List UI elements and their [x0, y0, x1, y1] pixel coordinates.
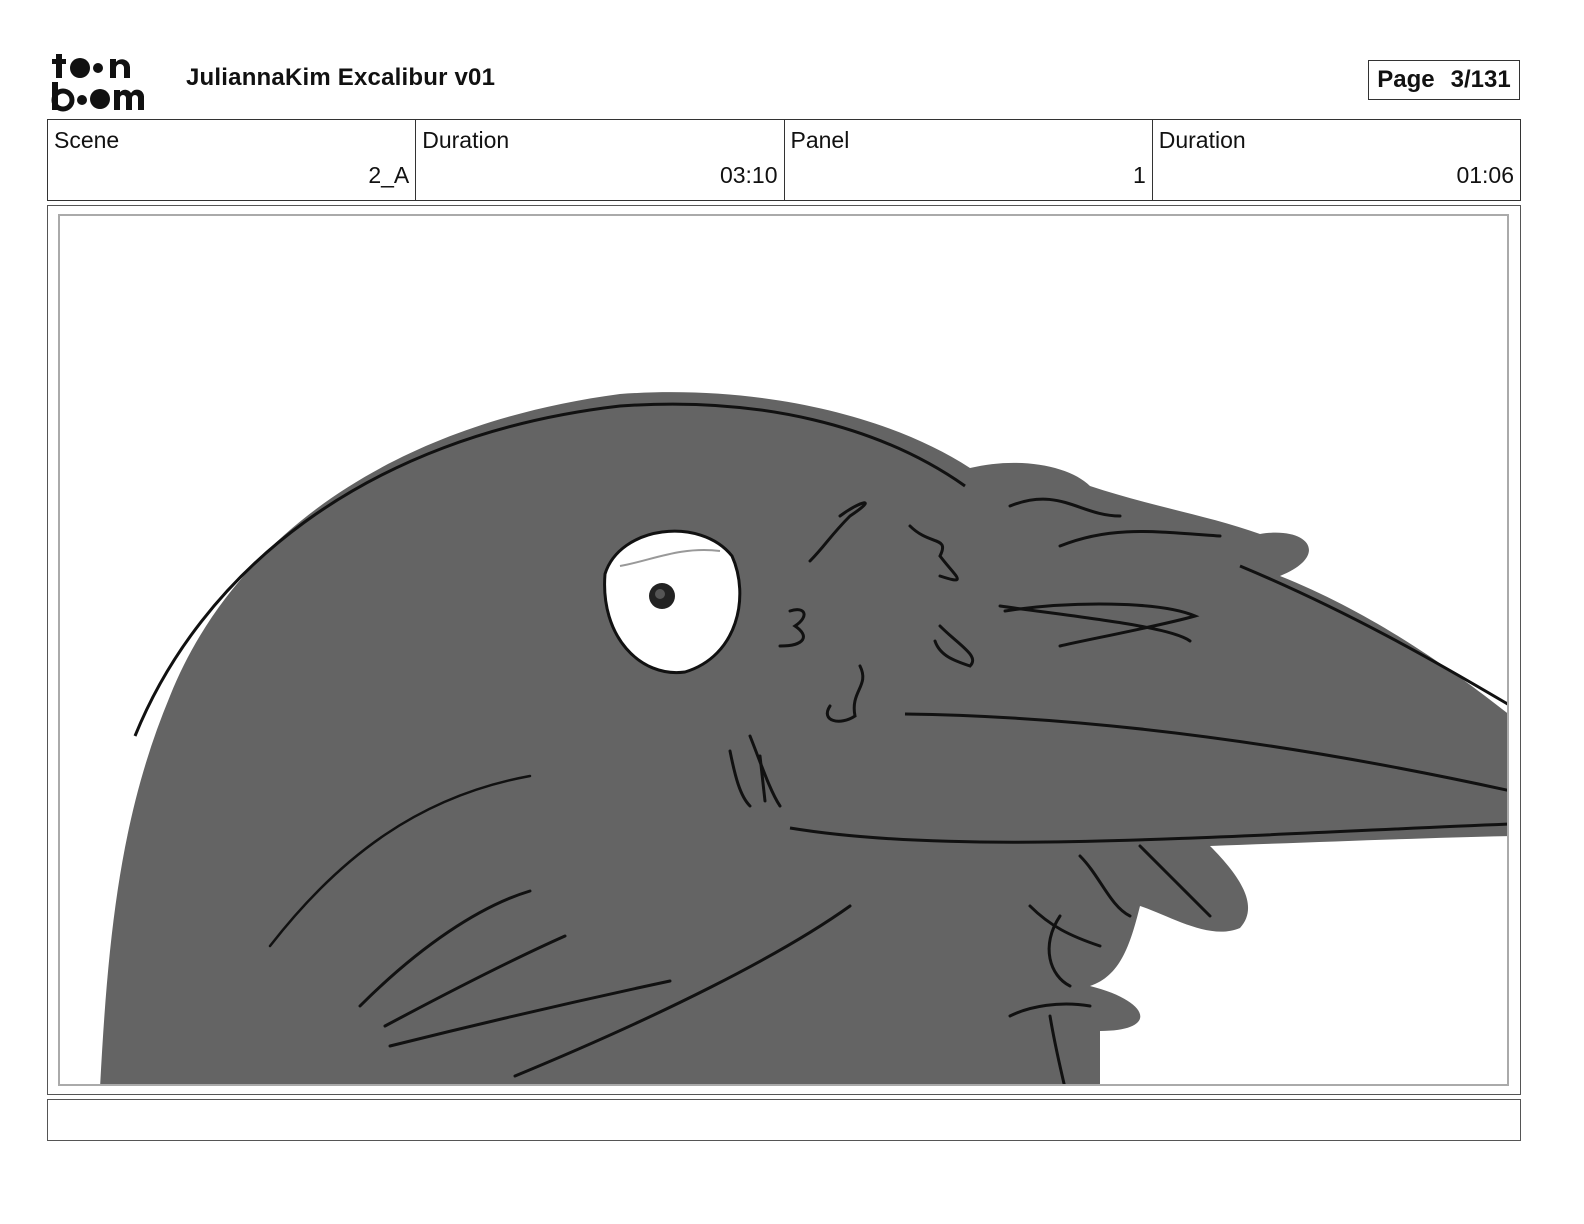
page-label: Page	[1377, 66, 1435, 93]
storyboard-panel-frame	[47, 205, 1521, 1095]
scene-cell: Scene 2_A	[48, 120, 417, 200]
raven-body-fill	[100, 392, 1507, 1084]
scene-value: 2_A	[368, 162, 410, 188]
scene-duration-cell: Duration 03:10	[416, 120, 785, 200]
scene-label: Scene	[54, 127, 120, 153]
storyboard-panel-image	[58, 214, 1509, 1086]
panel-cell: Panel 1	[785, 120, 1153, 200]
caption-box	[47, 1099, 1521, 1141]
project-title: JuliannaKim Excalibur v01	[186, 64, 496, 91]
panel-label: Panel	[790, 127, 850, 153]
panel-duration-value: 01:06	[1456, 162, 1514, 188]
raven-sketch	[100, 392, 1507, 1084]
page-number: 3/131	[1450, 66, 1511, 93]
scene-duration-label: Duration	[422, 127, 510, 153]
panel-value: 1	[1132, 162, 1146, 188]
panel-duration-cell: Duration 01:06	[1153, 120, 1520, 200]
page-indicator: Page 3/131	[1368, 60, 1520, 100]
scene-duration-value: 03:10	[719, 162, 778, 188]
panel-duration-label: Duration	[1158, 127, 1246, 153]
toon-boom-logo	[50, 50, 166, 114]
scene-info-table: Scene 2_A Duration 03:10 Panel 1 Duratio…	[47, 119, 1521, 201]
